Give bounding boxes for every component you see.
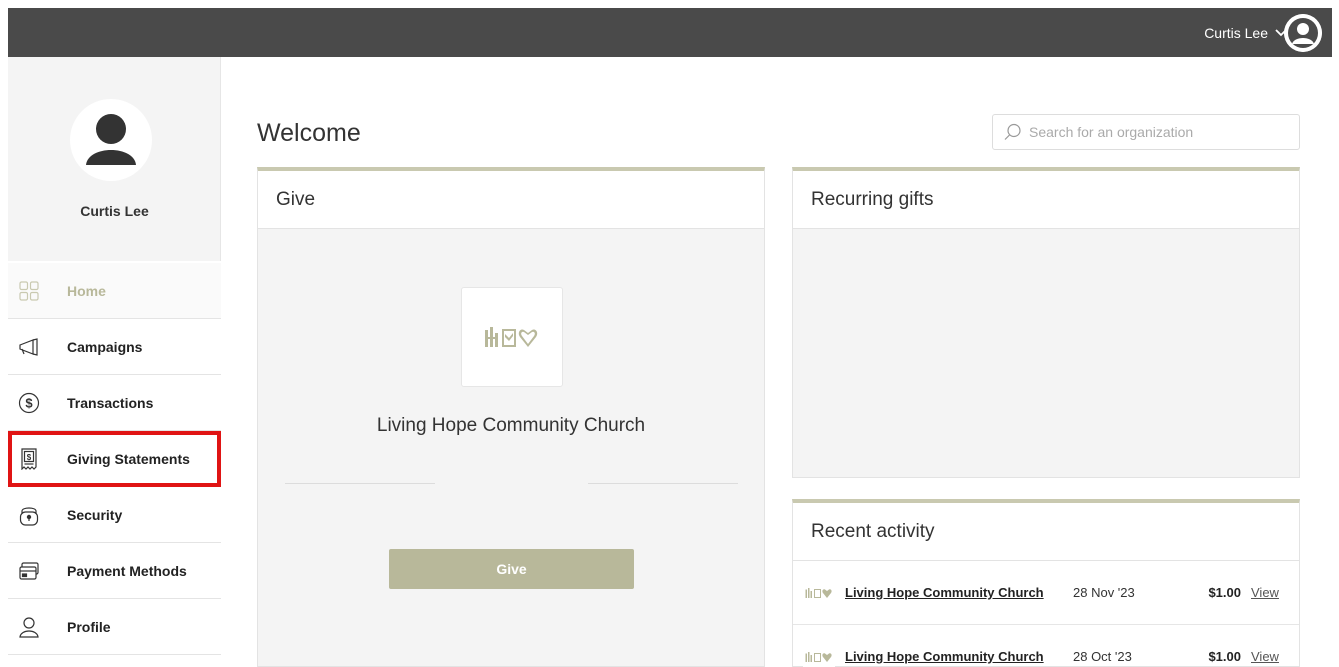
activity-date: 28 Nov '23 <box>1073 585 1135 600</box>
activity-org-link[interactable]: Living Hope Community Church <box>845 585 1073 600</box>
activity-amount: $1.00 <box>1208 649 1241 664</box>
org-logo <box>461 287 563 387</box>
sidebar: Curtis Lee Home Campaigns $ Transactions… <box>8 57 221 667</box>
receipt-icon: $ <box>18 447 40 470</box>
sidebar-item-security[interactable]: Security <box>8 487 221 543</box>
activity-amount: $1.00 <box>1208 585 1241 600</box>
recent-activity-panel: Recent activity Living Hope Community Ch… <box>792 499 1300 667</box>
sidebar-item-label: Payment Methods <box>67 562 187 579</box>
sidebar-item-payment-methods[interactable]: Payment Methods <box>8 543 221 599</box>
activity-view-link[interactable]: View <box>1251 585 1279 600</box>
person-icon <box>18 616 40 638</box>
top-bar: Curtis Lee <box>8 8 1332 57</box>
sidebar-item-profile[interactable]: Profile <box>8 599 221 655</box>
sidebar-item-transactions[interactable]: $ Transactions <box>8 375 221 431</box>
grid-icon <box>18 280 40 302</box>
lock-icon <box>18 504 40 526</box>
give-panel: Give Living Hope Community Church Give <box>257 167 765 667</box>
recurring-gifts-panel: Recurring gifts <box>792 167 1300 478</box>
profile-avatar <box>70 99 152 181</box>
org-logo-small <box>803 576 835 609</box>
sidebar-item-label: Transactions <box>67 394 154 411</box>
profile-name: Curtis Lee <box>80 203 149 219</box>
activity-org-link[interactable]: Living Hope Community Church <box>845 649 1073 664</box>
sidebar-nav: Home Campaigns $ Transactions $ Giving S… <box>8 263 221 655</box>
sidebar-item-label: Campaigns <box>67 338 143 355</box>
user-menu-name: Curtis Lee <box>1204 25 1268 41</box>
sidebar-item-label: Security <box>67 506 123 523</box>
megaphone-icon <box>18 336 40 358</box>
table-row: Living Hope Community Church 28 Oct '23 … <box>793 625 1299 667</box>
give-panel-title: Give <box>258 171 764 229</box>
activity-view-link[interactable]: View <box>1251 649 1279 664</box>
profile-card: Curtis Lee <box>8 57 221 261</box>
sidebar-item-label: Profile <box>67 618 111 635</box>
main-content: Welcome Give Living Hope Community Churc… <box>257 57 1300 667</box>
user-avatar[interactable] <box>1284 14 1322 52</box>
sidebar-item-giving-statements[interactable]: $ Giving Statements <box>8 431 221 487</box>
search-icon <box>1003 122 1023 142</box>
divider-right <box>588 483 738 484</box>
divider-left <box>285 483 435 484</box>
recent-activity-title: Recent activity <box>793 503 1299 561</box>
org-logo-small <box>803 640 835 667</box>
dollar-icon: $ <box>18 392 40 414</box>
search-box[interactable] <box>992 114 1300 150</box>
svg-text:$: $ <box>27 453 32 462</box>
sidebar-item-label: Home <box>67 282 106 299</box>
table-row: Living Hope Community Church 28 Nov '23 … <box>793 561 1299 625</box>
page-title: Welcome <box>257 119 361 147</box>
activity-date: 28 Oct '23 <box>1073 649 1132 664</box>
recurring-gifts-title: Recurring gifts <box>793 171 1299 229</box>
sidebar-item-home[interactable]: Home <box>8 263 221 319</box>
svg-text:$: $ <box>25 395 33 410</box>
give-button[interactable]: Give <box>389 549 634 589</box>
user-menu[interactable]: Curtis Lee <box>1204 19 1288 47</box>
sidebar-item-campaigns[interactable]: Campaigns <box>8 319 221 375</box>
org-name: Living Hope Community Church <box>376 415 646 436</box>
search-input[interactable] <box>1029 124 1279 140</box>
card-icon <box>18 560 40 582</box>
sidebar-item-label: Giving Statements <box>67 450 190 467</box>
